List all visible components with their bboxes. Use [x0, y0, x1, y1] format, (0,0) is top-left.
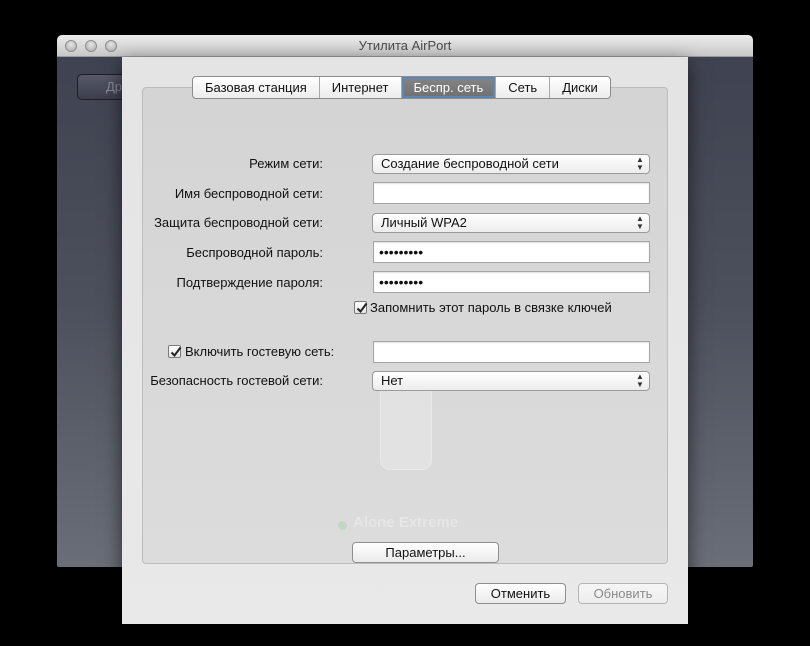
tab-wireless[interactable]: Беспр. сеть	[401, 77, 497, 98]
guest-network-label: Включить гостевую сеть:	[185, 344, 335, 359]
remember-password-label: Запомнить этот пароль в связке ключей	[370, 300, 612, 315]
checkmark-icon	[170, 346, 182, 358]
tab-bar: Базовая станция Интернет Беспр. сеть Сет…	[192, 76, 611, 99]
network-name-label: Имя беспроводной сети:	[174, 186, 323, 201]
network-mode-popup[interactable]: Создание беспроводной сети ▲ ▼	[372, 154, 650, 174]
guest-network-name-input[interactable]	[373, 341, 650, 363]
password-label: Беспроводной пароль:	[186, 245, 323, 260]
security-popup[interactable]: Личный WPA2 ▲ ▼	[372, 213, 650, 233]
screen: Утилита AirPort Др Alone Extreme Режим с…	[0, 0, 810, 646]
network-name-input[interactable]	[373, 182, 650, 204]
tab-internet[interactable]: Интернет	[320, 77, 402, 98]
device-name-label: Alone Extreme	[353, 514, 459, 531]
guest-security-label: Безопасность гостевой сети:	[150, 373, 323, 388]
guest-security-value: Нет	[381, 373, 404, 388]
password-input[interactable]: •••••••••	[373, 241, 650, 263]
settings-sheet: Alone Extreme Режим сети: Создание беспр…	[122, 57, 688, 624]
confirm-password-input[interactable]: •••••••••	[373, 271, 650, 293]
status-dot-icon	[338, 521, 347, 530]
up-down-arrows-icon: ▲ ▼	[636, 372, 644, 389]
up-down-arrows-icon: ▲ ▼	[636, 155, 644, 172]
remember-password-checkbox[interactable]	[354, 301, 368, 314]
wireless-tab-panel: Alone Extreme Режим сети: Создание беспр…	[142, 87, 668, 564]
security-label: Защита беспроводной сети:	[154, 215, 323, 230]
guest-security-popup[interactable]: Нет ▲ ▼	[372, 371, 650, 391]
tab-network[interactable]: Сеть	[496, 77, 551, 98]
window-title: Утилита AirPort	[358, 38, 452, 53]
cancel-button[interactable]: Отменить	[475, 583, 566, 604]
guest-network-checkbox[interactable]	[168, 345, 182, 358]
update-button[interactable]: Обновить	[578, 583, 668, 604]
options-button[interactable]: Параметры...	[352, 542, 499, 563]
security-value: Личный WPA2	[381, 215, 467, 230]
network-mode-value: Создание беспроводной сети	[381, 156, 559, 171]
checkmark-icon	[356, 302, 368, 314]
up-down-arrows-icon: ▲ ▼	[636, 214, 644, 231]
tab-disks[interactable]: Диски	[550, 77, 610, 98]
title-bar[interactable]: Утилита AirPort	[57, 35, 753, 57]
base-station-device-image	[380, 378, 432, 470]
network-mode-label: Режим сети:	[249, 156, 323, 171]
confirm-password-label: Подтверждение пароля:	[176, 275, 323, 290]
tab-base-station[interactable]: Базовая станция	[193, 77, 320, 98]
